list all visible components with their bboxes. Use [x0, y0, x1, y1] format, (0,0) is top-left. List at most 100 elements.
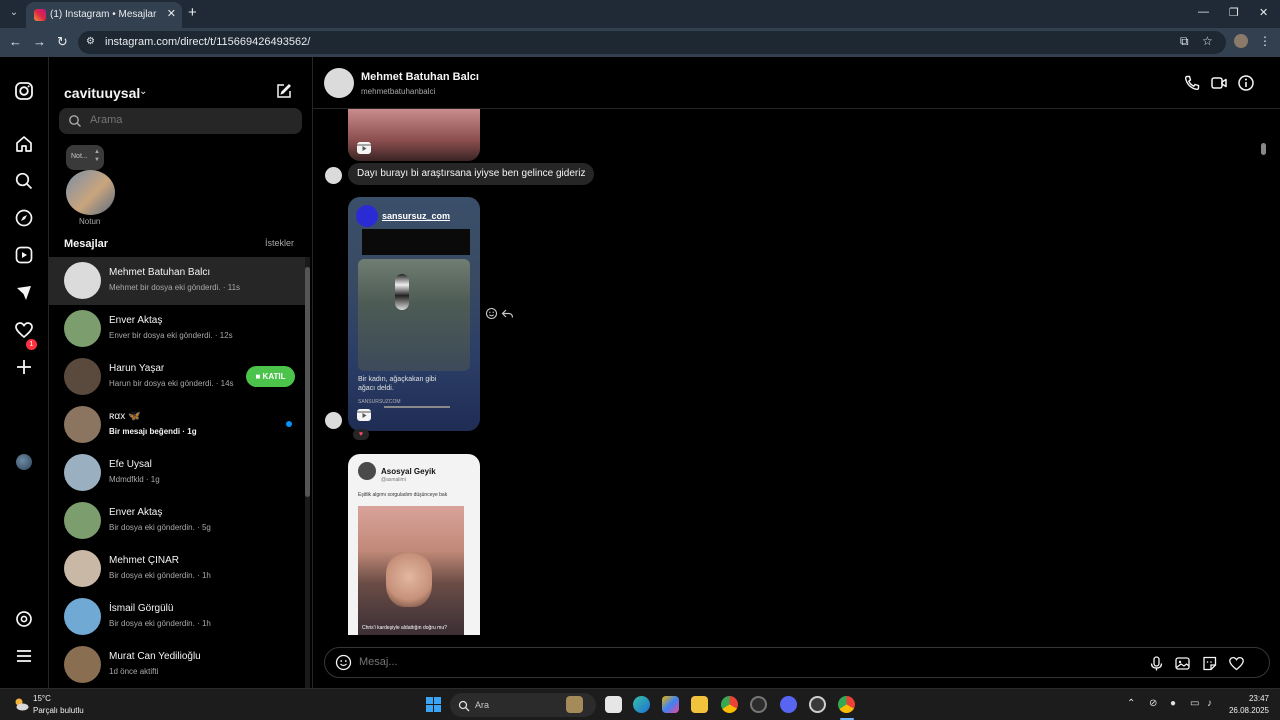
- avatar[interactable]: [64, 598, 101, 635]
- browser-profile-avatar[interactable]: [1234, 34, 1248, 48]
- task-view-icon[interactable]: [605, 696, 622, 713]
- discord-icon[interactable]: [780, 696, 797, 713]
- bookmark-star-icon[interactable]: ☆: [1202, 34, 1213, 48]
- video-call-icon[interactable]: [1210, 74, 1228, 92]
- explore-compass-icon[interactable]: [14, 208, 34, 228]
- reels-icon[interactable]: [14, 245, 34, 265]
- conversation-row[interactable]: Enver Aktaş Bir dosya eki gönderdin. · 5g: [49, 497, 306, 545]
- site-info-icon[interactable]: ⚙: [86, 36, 98, 48]
- conversation-row[interactable]: Mehmet ÇINAR Bir dosya eki gönderdin. · 1…: [49, 545, 306, 593]
- chevron-down-icon[interactable]: ⌄: [139, 86, 147, 97]
- chrome-active-icon[interactable]: [838, 696, 855, 713]
- avatar[interactable]: [64, 502, 101, 539]
- tab-search-chevron-icon[interactable]: ⌄: [6, 5, 22, 21]
- url-field[interactable]: ⚙ instagram.com/direct/t/115669426493562…: [78, 31, 1226, 54]
- more-menu-icon[interactable]: [14, 646, 34, 666]
- reply-icon[interactable]: [501, 307, 514, 320]
- like-heart-icon[interactable]: [1228, 655, 1245, 672]
- emoji-picker-icon[interactable]: [335, 654, 352, 671]
- volume-icon[interactable]: ♪: [1207, 698, 1212, 709]
- home-icon[interactable]: [14, 134, 34, 154]
- edge-browser-icon[interactable]: [633, 696, 650, 713]
- avatar[interactable]: [64, 262, 101, 299]
- note-bubble[interactable]: Not... ▲ ▼: [66, 145, 104, 170]
- avatar[interactable]: [64, 550, 101, 587]
- messages-icon[interactable]: [14, 283, 34, 303]
- copilot-icon[interactable]: [662, 696, 679, 713]
- search-input[interactable]: [90, 114, 290, 126]
- shared-reel-card[interactable]: sansursuz_com Bir kadın, ağaçkakan gibi …: [348, 197, 480, 431]
- url-text[interactable]: instagram.com/direct/t/115669426493562/: [105, 36, 310, 48]
- notifications-heart-icon[interactable]: [14, 320, 34, 340]
- new-message-icon[interactable]: [275, 82, 293, 100]
- my-note-avatar[interactable]: [66, 170, 115, 215]
- avatar[interactable]: [64, 454, 101, 491]
- react-emoji-icon[interactable]: [485, 307, 498, 320]
- message-input[interactable]: [359, 656, 1059, 668]
- shared-reel-previous[interactable]: [348, 109, 480, 161]
- conversation-row[interactable]: Efe Uysal Mdmdfkld · 1g: [49, 449, 306, 497]
- clock-time[interactable]: 23:47: [1227, 694, 1269, 703]
- forward-icon[interactable]: →: [33, 34, 46, 49]
- network-off-icon[interactable]: ⊘: [1149, 698, 1157, 709]
- conversation-row[interactable]: Murat Can Yedilioğlu 1d önce aktifti: [49, 641, 306, 689]
- audio-call-icon[interactable]: [1183, 74, 1201, 92]
- threads-icon[interactable]: [14, 609, 34, 629]
- browser-menu-icon[interactable]: ⋮: [1259, 34, 1271, 48]
- conversation-row[interactable]: Mehmet Batuhan Balcı Mehmet bir dosya eki…: [49, 257, 306, 305]
- reel2-account-name[interactable]: Asosyal Geyik: [381, 467, 436, 476]
- install-app-icon[interactable]: ⧉: [1180, 34, 1189, 49]
- conversation-row[interactable]: İsmail Görgülü Bir dosya eki gönderdin. ·…: [49, 593, 306, 641]
- weather-description[interactable]: Parçalı bulutlu: [33, 706, 84, 715]
- weather-partly-cloudy-icon[interactable]: [12, 695, 30, 713]
- steam-icon[interactable]: [809, 696, 826, 713]
- windows-start-icon[interactable]: [426, 697, 441, 712]
- image-attach-icon[interactable]: [1174, 655, 1191, 672]
- sender-avatar[interactable]: [325, 167, 342, 184]
- chrome-icon[interactable]: [721, 696, 738, 713]
- shared-reel-card-2[interactable]: Asosyal Geyik @asmalimi Eşitlik algımı s…: [348, 454, 480, 635]
- restore-icon[interactable]: ❐: [1229, 6, 1239, 19]
- chat-contact-avatar[interactable]: [324, 68, 354, 98]
- weather-temperature[interactable]: 15°C: [33, 694, 51, 703]
- sticker-icon[interactable]: [1201, 655, 1218, 672]
- microphone-icon[interactable]: [1148, 655, 1165, 672]
- mic-tray-icon[interactable]: ●: [1170, 698, 1176, 709]
- minimize-icon[interactable]: —: [1198, 6, 1209, 18]
- text-message-bubble[interactable]: Dayı burayı bi araştırsana iyiyse ben ge…: [348, 163, 595, 185]
- search-box[interactable]: [59, 108, 302, 134]
- chat-scrollbar[interactable]: [1258, 113, 1268, 635]
- requests-link[interactable]: İstekler: [265, 238, 294, 248]
- search-icon[interactable]: [14, 171, 34, 191]
- new-tab-icon[interactable]: +: [188, 4, 197, 21]
- avatar[interactable]: [64, 646, 101, 683]
- conversation-row[interactable]: ʀαx 🦋 Bir mesajı beğendi · 1g: [49, 401, 306, 449]
- reel-account-name[interactable]: sansursuz_com: [382, 211, 450, 221]
- avatar[interactable]: [64, 310, 101, 347]
- tray-overflow-icon[interactable]: ⌃: [1127, 698, 1135, 709]
- chat-scrollbar-thumb[interactable]: [1261, 143, 1266, 155]
- avatar[interactable]: [64, 358, 101, 395]
- app-circle-icon[interactable]: [750, 696, 767, 713]
- file-explorer-icon[interactable]: [691, 696, 708, 713]
- conversation-row[interactable]: Enver Aktaş Enver bir dosya eki gönderdi.…: [49, 305, 306, 353]
- back-icon[interactable]: ←: [9, 34, 22, 49]
- clock-date[interactable]: 26.08.2025: [1227, 706, 1269, 715]
- account-username[interactable]: cavituuysal: [64, 85, 140, 101]
- create-plus-icon[interactable]: [14, 357, 34, 377]
- join-call-button[interactable]: ■ KATIL: [246, 366, 295, 387]
- reload-icon[interactable]: ↻: [57, 34, 68, 50]
- conversation-row[interactable]: Harun Yaşar Harun bir dosya eki gönderdi.…: [49, 353, 306, 401]
- instagram-logo-icon[interactable]: [14, 81, 34, 101]
- conversation-info-icon[interactable]: [1237, 74, 1255, 92]
- inbox-scrollbar-thumb[interactable]: [305, 267, 310, 497]
- heart-reaction[interactable]: ♥: [353, 429, 369, 440]
- inbox-scrollbar[interactable]: [305, 257, 310, 688]
- profile-avatar[interactable]: [16, 454, 32, 470]
- window-close-icon[interactable]: ✕: [1259, 6, 1268, 19]
- tab-close-icon[interactable]: ✕: [167, 7, 176, 20]
- sender-avatar[interactable]: [325, 412, 342, 429]
- display-icon[interactable]: ▭: [1190, 698, 1199, 709]
- taskbar-search[interactable]: Ara: [450, 693, 596, 717]
- avatar[interactable]: [64, 406, 101, 443]
